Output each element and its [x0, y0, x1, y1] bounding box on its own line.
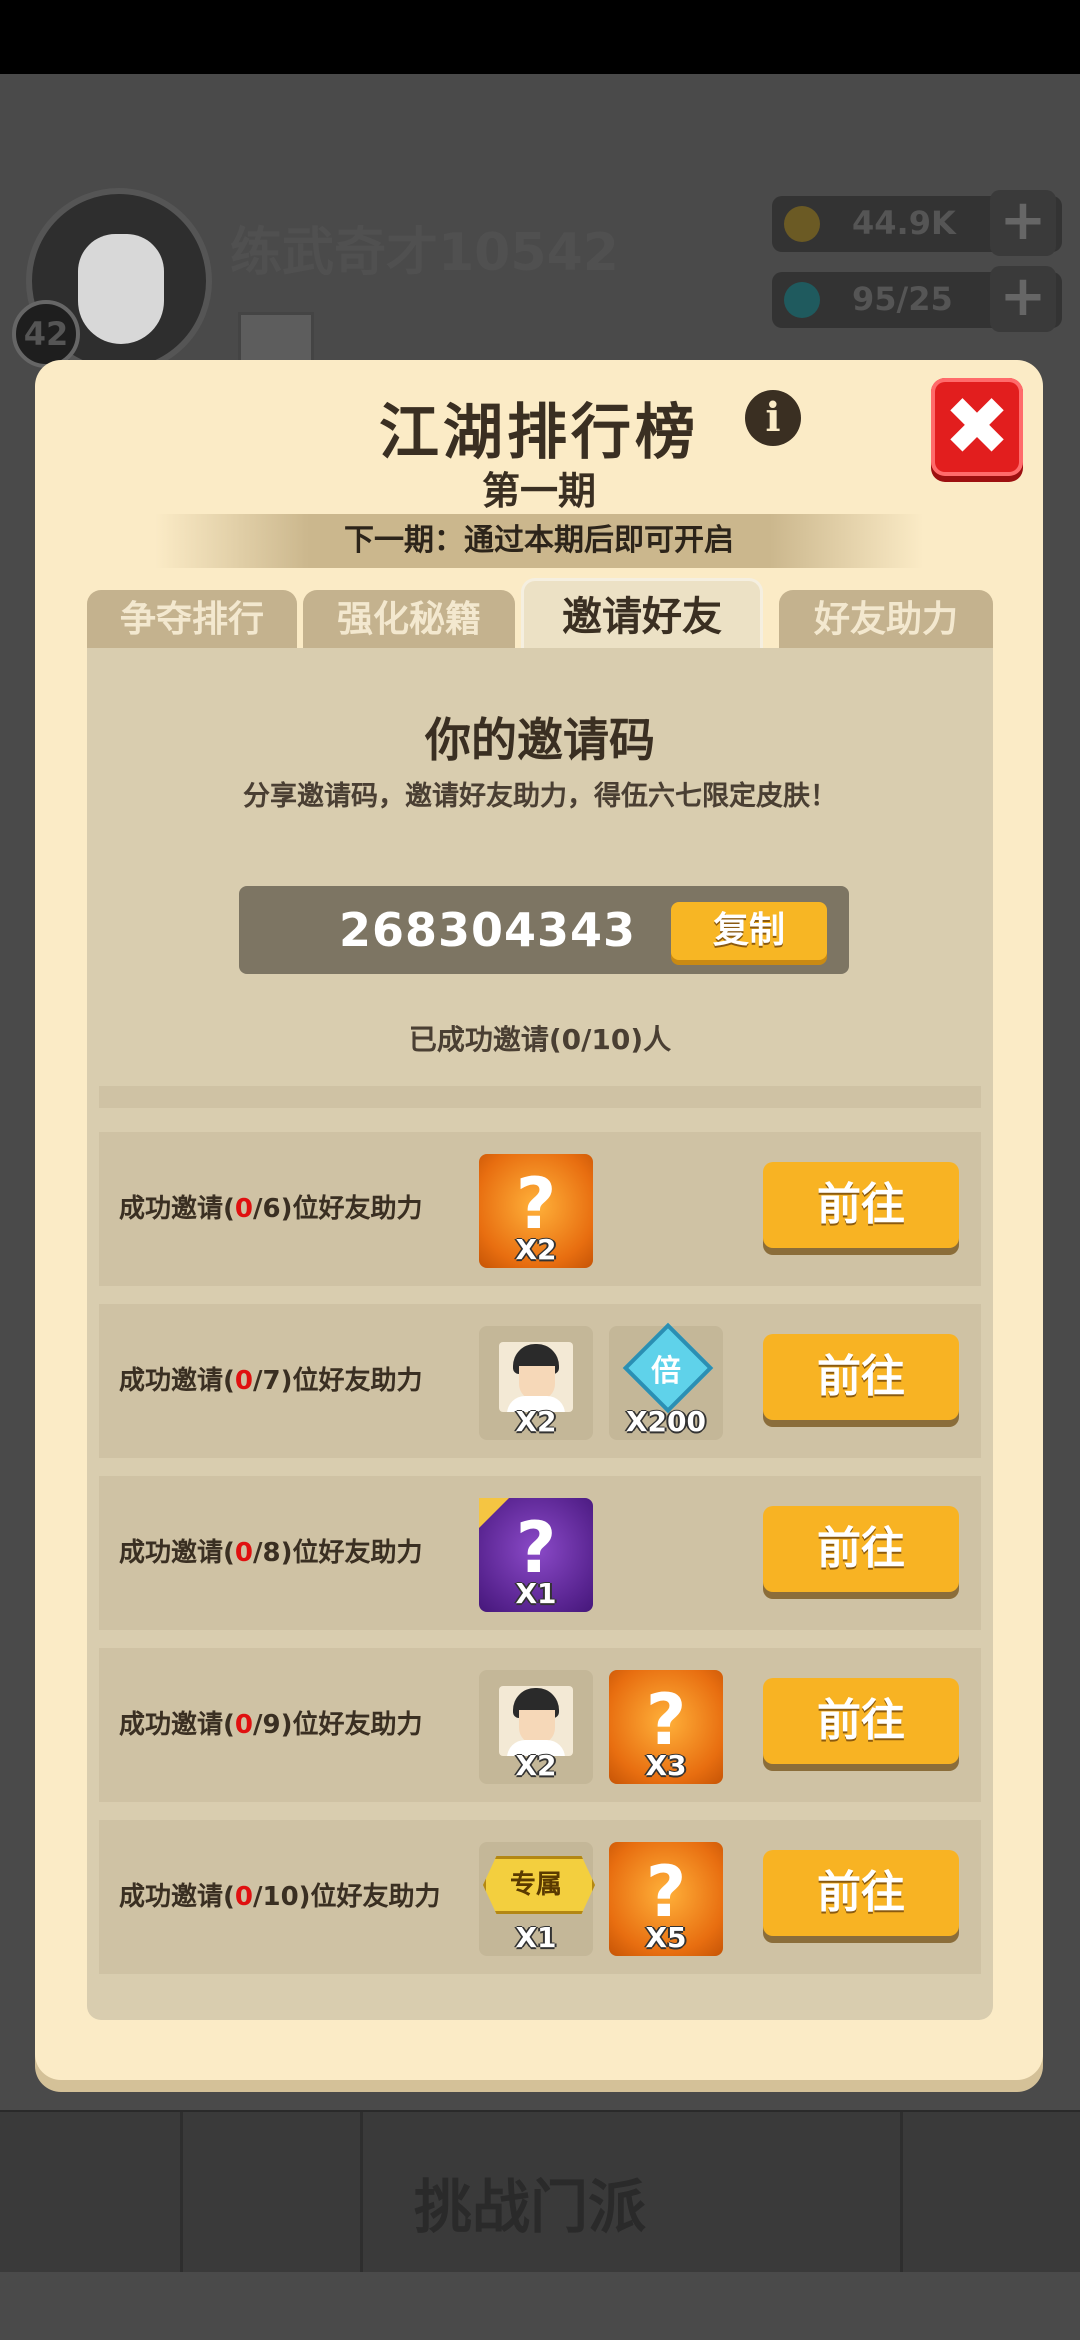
- exclusive-badge-icon[interactable]: 专属 X1: [479, 1842, 595, 1956]
- multiplier-gem-icon[interactable]: 倍 X200: [609, 1322, 723, 1440]
- add-energy-button: +: [990, 266, 1056, 332]
- nav-helmet-icon: [720, 2112, 903, 2272]
- player-name: 练武奇才10542: [230, 223, 619, 283]
- go-button[interactable]: 前往: [763, 1678, 959, 1764]
- invite-code-title: 你的邀请码: [425, 713, 655, 767]
- reward-list-top-edge: [99, 1086, 981, 1108]
- reward-condition: 成功邀请(0/8)位好友助力: [119, 1538, 423, 1568]
- mystery-outfit-icon[interactable]: ? X3: [609, 1670, 723, 1784]
- info-icon[interactable]: i: [745, 390, 801, 446]
- tab-bar: 争夺排行 强化秘籍 邀请好友 好友助力: [87, 578, 993, 653]
- mystery-outfit-icon[interactable]: ? X5: [609, 1842, 723, 1956]
- reward-row: 成功邀请(0/7)位好友助力 X2 倍 X200 前往: [99, 1304, 981, 1458]
- invited-count: 已成功邀请(0/10)人: [408, 1023, 672, 1056]
- add-coins-button: +: [990, 190, 1056, 256]
- dialog-title: 江湖排行榜: [379, 398, 699, 468]
- energy-icon: [784, 282, 820, 318]
- status-bar: [0, 0, 1080, 74]
- next-period-banner: 下一期：通过本期后即可开启: [155, 514, 923, 568]
- reward-row: 成功邀请(0/10)位好友助力 专属 X1 ? X5 前往: [99, 1820, 981, 1974]
- reward-row: 成功邀请(0/6)位好友助力 ? X2 前往: [99, 1132, 981, 1286]
- nav-task-icon: [0, 2112, 183, 2272]
- go-button[interactable]: 前往: [763, 1334, 959, 1420]
- reward-condition: 成功邀请(0/6)位好友助力: [119, 1194, 423, 1224]
- character-portrait-icon[interactable]: X2: [479, 1670, 593, 1784]
- mystery-outfit-icon[interactable]: ? X2: [479, 1154, 593, 1268]
- tab-friend-assist[interactable]: 好友助力: [779, 590, 993, 648]
- invite-description: 分享邀请码，邀请好友助力，得伍六七限定皮肤！: [243, 781, 837, 812]
- tab-upgrade-secrets[interactable]: 强化秘籍: [303, 590, 515, 648]
- tab-ranking[interactable]: 争夺排行: [87, 590, 297, 648]
- reward-condition: 成功邀请(0/9)位好友助力: [119, 1710, 423, 1740]
- invite-panel: 你的邀请码 分享邀请码，邀请好友助力，得伍六七限定皮肤！ 268304343 复…: [87, 648, 993, 2020]
- go-button[interactable]: 前往: [763, 1506, 959, 1592]
- reward-condition: 成功邀请(0/7)位好友助力: [119, 1366, 423, 1396]
- nav-training-icon: [180, 2112, 363, 2272]
- energy-counter: 95/25 +: [772, 266, 1062, 332]
- reward-condition: 成功邀请(0/10)位好友助力: [119, 1882, 441, 1912]
- copy-button[interactable]: 复制: [671, 902, 827, 960]
- mystery-advanced-icon[interactable]: ? X1: [479, 1498, 593, 1612]
- challenge-sect-label: 挑战门派: [414, 2173, 647, 2241]
- invite-code: 268304343: [339, 903, 637, 957]
- go-button[interactable]: 前往: [763, 1850, 959, 1936]
- reward-row: 成功邀请(0/9)位好友助力 X2 ? X3 前往: [99, 1648, 981, 1802]
- reward-row: 成功邀请(0/8)位好友助力 ? X1 前往: [99, 1476, 981, 1630]
- character-portrait-icon[interactable]: X2: [479, 1326, 593, 1440]
- invite-code-box: 268304343 复制: [239, 886, 849, 974]
- tab-invite-friends[interactable]: 邀请好友: [521, 578, 763, 653]
- period-label: 第一期: [481, 469, 596, 513]
- ranking-dialog: 江湖排行榜 i ✖ 第一期 下一期：通过本期后即可开启 争夺排行 强化秘籍 邀请…: [35, 360, 1043, 2080]
- nav-collect-icon: [900, 2112, 1080, 2272]
- player-level-badge: 42: [12, 300, 80, 368]
- coin-icon: [784, 206, 820, 242]
- coin-counter: 44.9K +: [772, 190, 1062, 256]
- go-button[interactable]: 前往: [763, 1162, 959, 1248]
